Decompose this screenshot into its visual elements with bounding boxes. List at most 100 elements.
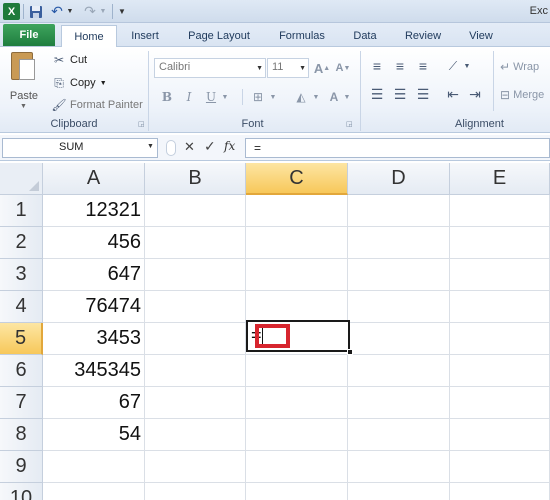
increase-indent-icon[interactable]: ⇥ bbox=[466, 86, 484, 102]
copy-button[interactable]: ⎘ Copy ▼ bbox=[52, 74, 106, 92]
cell-e7[interactable] bbox=[450, 387, 550, 419]
fill-color-dropdown-icon[interactable]: ▼ bbox=[311, 89, 321, 105]
grow-font-icon[interactable]: A ▲ bbox=[313, 60, 331, 76]
formula-bar-resize-handle[interactable] bbox=[166, 140, 176, 156]
cell-d3[interactable] bbox=[348, 259, 450, 291]
cell-c6[interactable] bbox=[246, 355, 348, 387]
cell-b5[interactable] bbox=[145, 323, 246, 355]
column-header-d[interactable]: D bbox=[348, 163, 450, 195]
cell-a9[interactable] bbox=[43, 451, 145, 483]
redo-dropdown-icon[interactable]: ▼ bbox=[99, 3, 107, 20]
column-header-e[interactable]: E bbox=[450, 163, 550, 195]
cell-b3[interactable] bbox=[145, 259, 246, 291]
cell-c7[interactable] bbox=[246, 387, 348, 419]
cell-a4[interactable]: 76474 bbox=[43, 291, 145, 323]
tab-page-layout[interactable]: Page Layout bbox=[180, 25, 258, 47]
tab-view[interactable]: View bbox=[460, 25, 502, 47]
save-button[interactable] bbox=[28, 3, 44, 20]
font-color-dropdown-icon[interactable]: ▼ bbox=[342, 89, 352, 105]
cell-c10[interactable] bbox=[246, 483, 348, 500]
align-middle-icon[interactable]: ≡ bbox=[391, 58, 409, 74]
cell-e9[interactable] bbox=[450, 451, 550, 483]
align-top-icon[interactable]: ≡ bbox=[368, 58, 386, 74]
cell-e8[interactable] bbox=[450, 419, 550, 451]
align-left-icon[interactable]: ☰ bbox=[368, 86, 386, 102]
customize-quick-access-icon[interactable]: ▼ bbox=[117, 3, 127, 20]
cell-c1[interactable] bbox=[246, 195, 348, 227]
row-header-10[interactable]: 10 bbox=[0, 483, 43, 500]
column-header-b[interactable]: B bbox=[145, 163, 246, 195]
cancel-icon[interactable]: ✕ bbox=[184, 139, 195, 155]
font-size-select[interactable]: 11 ▼ bbox=[267, 58, 309, 78]
row-header-3[interactable]: 3 bbox=[0, 259, 43, 291]
cell-e10[interactable] bbox=[450, 483, 550, 500]
decrease-indent-icon[interactable]: ⇤ bbox=[444, 86, 462, 102]
align-right-icon[interactable]: ☰ bbox=[414, 86, 432, 102]
cell-d9[interactable] bbox=[348, 451, 450, 483]
insert-function-icon[interactable]: fx bbox=[224, 139, 235, 153]
row-header-4[interactable]: 4 bbox=[0, 291, 43, 323]
wrap-text-button[interactable]: ↵ Wrap bbox=[500, 60, 539, 74]
cell-c8[interactable] bbox=[246, 419, 348, 451]
cell-d4[interactable] bbox=[348, 291, 450, 323]
cell-d1[interactable] bbox=[348, 195, 450, 227]
undo-icon[interactable]: ↶ bbox=[49, 3, 65, 20]
cell-e1[interactable] bbox=[450, 195, 550, 227]
tab-review[interactable]: Review bbox=[396, 25, 450, 47]
cell-e5[interactable] bbox=[450, 323, 550, 355]
cell-b7[interactable] bbox=[145, 387, 246, 419]
row-header-8[interactable]: 8 bbox=[0, 419, 43, 451]
tab-data[interactable]: Data bbox=[345, 25, 385, 47]
borders-icon[interactable]: ⊞ bbox=[250, 89, 266, 105]
orientation-dropdown-icon[interactable]: ▼ bbox=[462, 59, 472, 73]
redo-icon[interactable]: ↷ bbox=[82, 3, 98, 20]
tab-formulas[interactable]: Formulas bbox=[271, 25, 333, 47]
merge-button[interactable]: ⊟ Merge bbox=[500, 88, 544, 102]
cell-c2[interactable] bbox=[246, 227, 348, 259]
cell-b4[interactable] bbox=[145, 291, 246, 323]
cell-d2[interactable] bbox=[348, 227, 450, 259]
font-color-icon[interactable]: A bbox=[326, 89, 342, 105]
row-header-7[interactable]: 7 bbox=[0, 387, 43, 419]
tab-insert[interactable]: Insert bbox=[122, 25, 168, 47]
cell-b6[interactable] bbox=[145, 355, 246, 387]
select-all-button[interactable] bbox=[0, 163, 43, 195]
undo-dropdown-icon[interactable]: ▼ bbox=[66, 3, 74, 20]
format-painter-button[interactable]: 🖌 Format Painter bbox=[51, 96, 142, 114]
cell-a6[interactable]: 345345 bbox=[43, 355, 145, 387]
cell-d8[interactable] bbox=[348, 419, 450, 451]
name-box[interactable]: SUM bbox=[2, 138, 158, 158]
column-header-c[interactable]: C bbox=[246, 163, 348, 195]
cell-a10[interactable] bbox=[43, 483, 145, 500]
shrink-font-icon[interactable]: A ▼ bbox=[334, 60, 352, 76]
row-header-5[interactable]: 5 bbox=[0, 323, 43, 355]
cell-a7[interactable]: 67 bbox=[43, 387, 145, 419]
cell-a5[interactable]: 3453 bbox=[43, 323, 145, 355]
enter-icon[interactable]: ✓ bbox=[204, 138, 216, 155]
cell-d5[interactable] bbox=[348, 323, 450, 355]
row-header-1[interactable]: 1 bbox=[0, 195, 43, 227]
tab-home[interactable]: Home bbox=[61, 25, 117, 48]
font-name-select[interactable]: Calibri ▼ bbox=[154, 58, 266, 78]
cut-button[interactable]: ✂ Cut bbox=[52, 51, 87, 69]
cell-e6[interactable] bbox=[450, 355, 550, 387]
cell-e3[interactable] bbox=[450, 259, 550, 291]
row-header-6[interactable]: 6 bbox=[0, 355, 43, 387]
italic-icon[interactable]: I bbox=[182, 89, 196, 105]
cell-c3[interactable] bbox=[246, 259, 348, 291]
row-header-9[interactable]: 9 bbox=[0, 451, 43, 483]
cell-b8[interactable] bbox=[145, 419, 246, 451]
borders-dropdown-icon[interactable]: ▼ bbox=[268, 89, 278, 105]
cell-d7[interactable] bbox=[348, 387, 450, 419]
cell-b1[interactable] bbox=[145, 195, 246, 227]
cell-c4[interactable] bbox=[246, 291, 348, 323]
cell-a2[interactable]: 456 bbox=[43, 227, 145, 259]
bold-icon[interactable]: B bbox=[160, 89, 174, 105]
cell-b9[interactable] bbox=[145, 451, 246, 483]
cell-c9[interactable] bbox=[246, 451, 348, 483]
font-launcher-icon[interactable]: ◲ bbox=[346, 121, 354, 129]
clipboard-launcher-icon[interactable]: ◲ bbox=[138, 121, 146, 129]
fill-color-icon[interactable]: ◭ bbox=[292, 89, 310, 105]
tab-file[interactable]: File bbox=[3, 24, 55, 46]
cell-e4[interactable] bbox=[450, 291, 550, 323]
